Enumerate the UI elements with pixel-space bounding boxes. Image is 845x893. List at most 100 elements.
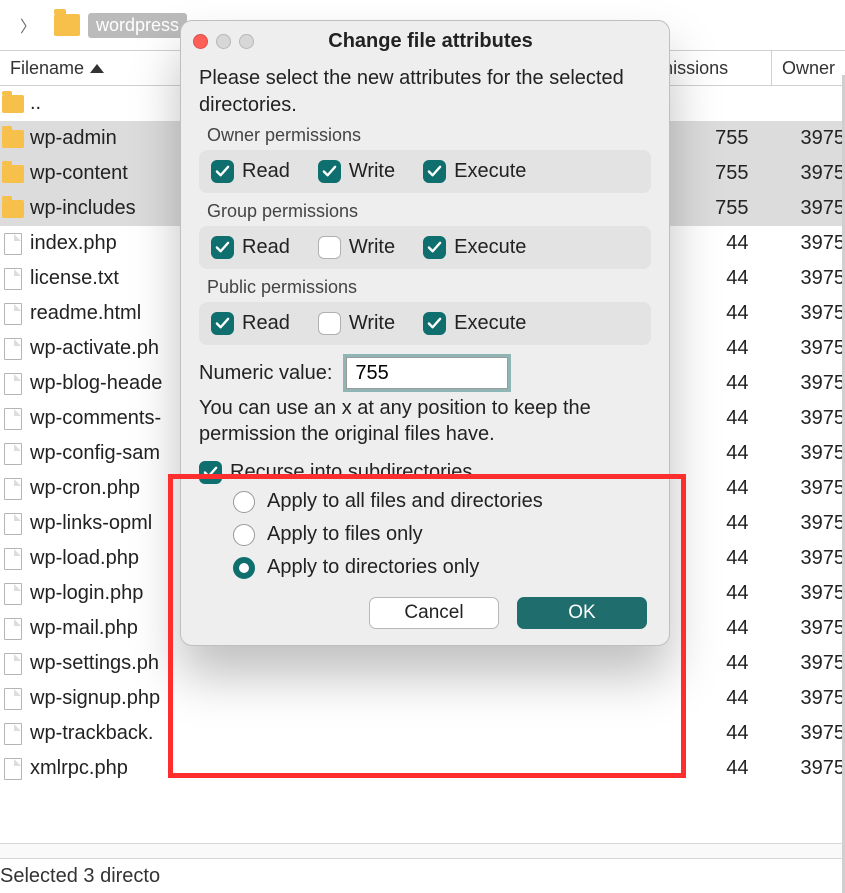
folder-icon	[2, 165, 24, 183]
file-owner: 3975	[791, 337, 845, 360]
radio-icon	[233, 524, 255, 546]
file-owner: 3975	[791, 442, 845, 465]
checkbox-label: Write	[349, 312, 395, 335]
file-icon	[4, 233, 22, 255]
file-icon	[4, 758, 22, 780]
public-permissions-box: Read Write Execute	[199, 302, 651, 345]
file-perm: 44	[662, 547, 791, 570]
file-perm: 755	[662, 127, 791, 150]
table-row[interactable]: wp-trackback.443975	[0, 716, 845, 751]
file-perm: 44	[662, 617, 791, 640]
dialog-title: Change file attributes	[254, 30, 657, 53]
ok-button[interactable]: OK	[517, 597, 647, 629]
file-owner: 3975	[791, 407, 845, 430]
numeric-value-input[interactable]	[346, 357, 508, 389]
file-owner: 3975	[791, 582, 845, 605]
owner-execute-checkbox[interactable]: Execute	[423, 160, 526, 183]
file-perm: 44	[662, 337, 791, 360]
checkbox-icon	[318, 312, 341, 335]
dialog-intro: Please select the new attributes for the…	[199, 65, 651, 119]
checkbox-icon	[211, 312, 234, 335]
group-write-checkbox[interactable]: Write	[318, 236, 395, 259]
checkbox-icon	[423, 312, 446, 335]
apply-all-radio[interactable]: Apply to all files and directories	[233, 490, 651, 513]
file-perm: 44	[662, 407, 791, 430]
checkbox-icon	[423, 160, 446, 183]
checkbox-label: Write	[349, 160, 395, 183]
file-owner: 3975	[791, 757, 845, 780]
folder-icon	[2, 200, 24, 218]
chevron-right-icon: 〉	[20, 13, 36, 37]
owner-permissions-box: Read Write Execute	[199, 150, 651, 193]
public-execute-checkbox[interactable]: Execute	[423, 312, 526, 335]
apply-dirs-radio[interactable]: Apply to directories only	[233, 556, 651, 579]
folder-icon	[54, 14, 80, 36]
file-name: wp-signup.php	[30, 687, 662, 710]
file-icon	[4, 618, 22, 640]
file-owner: 3975	[791, 477, 845, 500]
file-owner: 3975	[791, 652, 845, 675]
file-name: wp-settings.ph	[30, 652, 662, 675]
public-permissions-label: Public permissions	[207, 277, 651, 298]
file-icon	[4, 583, 22, 605]
public-read-checkbox[interactable]: Read	[211, 312, 290, 335]
file-perm: 755	[662, 197, 791, 220]
file-perm: 44	[662, 477, 791, 500]
group-execute-checkbox[interactable]: Execute	[423, 236, 526, 259]
checkbox-label: Execute	[454, 160, 526, 183]
file-perm: 44	[662, 582, 791, 605]
file-perm: 44	[662, 232, 791, 255]
owner-read-checkbox[interactable]: Read	[211, 160, 290, 183]
file-icon	[4, 513, 22, 535]
file-owner: 3975	[791, 687, 845, 710]
zoom-icon	[239, 34, 254, 49]
folder-icon	[2, 95, 24, 113]
file-owner: 3975	[791, 512, 845, 535]
file-owner: 3975	[791, 232, 845, 255]
file-perm: 44	[662, 372, 791, 395]
file-perm: 755	[662, 162, 791, 185]
status-bar: Selected 3 directo	[0, 859, 845, 893]
file-icon	[4, 303, 22, 325]
table-row[interactable]: wp-signup.php443975	[0, 681, 845, 716]
sort-ascending-icon	[90, 64, 104, 73]
file-icon	[4, 478, 22, 500]
file-owner: 3975	[791, 722, 845, 745]
close-icon[interactable]	[193, 34, 208, 49]
file-name: xmlrpc.php	[30, 757, 662, 780]
cancel-button[interactable]: Cancel	[369, 597, 499, 629]
table-row[interactable]: xmlrpc.php443975	[0, 751, 845, 786]
file-icon	[4, 338, 22, 360]
checkbox-label: Read	[242, 312, 290, 335]
divider	[0, 843, 845, 859]
file-icon	[4, 443, 22, 465]
folder-icon	[2, 130, 24, 148]
breadcrumb-folder[interactable]: wordpress	[88, 13, 187, 38]
file-owner: 3975	[791, 127, 845, 150]
file-perm: 44	[662, 687, 791, 710]
minimize-icon	[216, 34, 231, 49]
checkbox-label: Execute	[454, 312, 526, 335]
checkbox-icon	[211, 160, 234, 183]
group-permissions-label: Group permissions	[207, 201, 651, 222]
group-permissions-box: Read Write Execute	[199, 226, 651, 269]
owner-write-checkbox[interactable]: Write	[318, 160, 395, 183]
file-owner: 3975	[791, 302, 845, 325]
apply-files-radio[interactable]: Apply to files only	[233, 523, 651, 546]
checkbox-label: Write	[349, 236, 395, 259]
file-icon	[4, 548, 22, 570]
file-perm: 44	[662, 652, 791, 675]
header-owner[interactable]: Owner	[772, 51, 845, 85]
radio-label: Apply to all files and directories	[267, 490, 543, 513]
recurse-checkbox[interactable]: Recurse into subdirectories	[199, 461, 651, 484]
public-write-checkbox[interactable]: Write	[318, 312, 395, 335]
checkbox-icon	[318, 160, 341, 183]
checkbox-label: Read	[242, 236, 290, 259]
table-row[interactable]: wp-settings.ph443975	[0, 646, 845, 681]
group-read-checkbox[interactable]: Read	[211, 236, 290, 259]
numeric-value-label: Numeric value:	[199, 362, 332, 385]
file-name: wp-trackback.	[30, 722, 662, 745]
file-icon	[4, 723, 22, 745]
file-icon	[4, 688, 22, 710]
owner-permissions-label: Owner permissions	[207, 125, 651, 146]
